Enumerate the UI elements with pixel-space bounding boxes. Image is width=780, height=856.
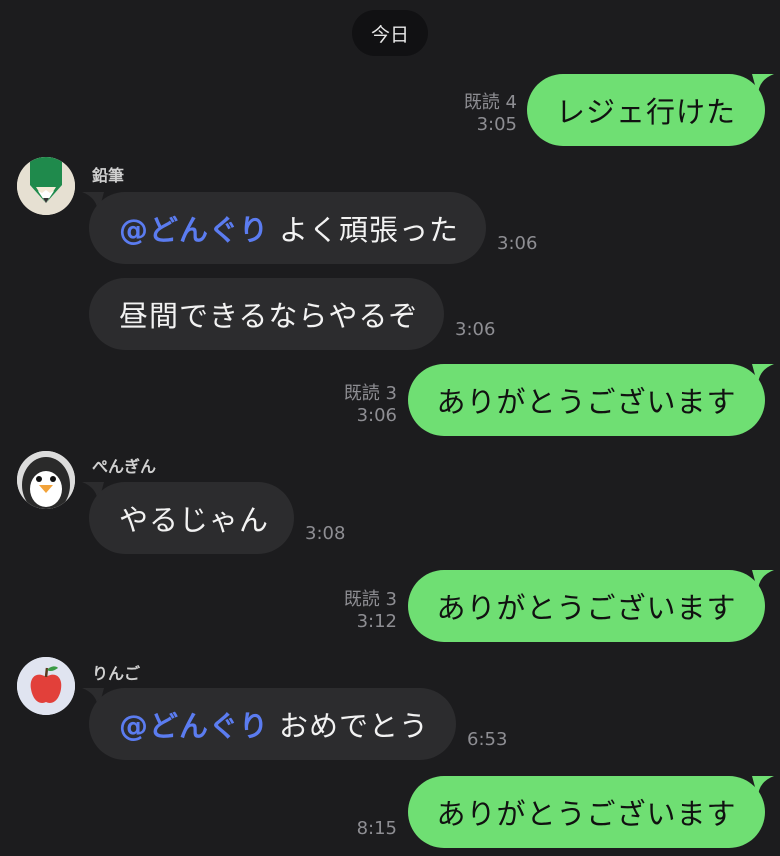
read-receipt: 既読 4 bbox=[463, 92, 517, 113]
penguin-icon bbox=[17, 451, 75, 509]
message-text: ありがとうございます bbox=[436, 385, 737, 419]
message-time: 3:06 bbox=[497, 233, 538, 254]
message-text: 昼間できるならやるぞ bbox=[119, 299, 419, 333]
message-time: 3:08 bbox=[305, 523, 346, 544]
message-text: ありがとうございます bbox=[436, 797, 737, 831]
mention-tag[interactable]: @どんぐり bbox=[119, 703, 269, 745]
message-text: おめでとう bbox=[279, 709, 430, 743]
read-receipt: 既読 3 bbox=[343, 589, 397, 610]
message-meta: 既読 3 3:06 bbox=[344, 383, 397, 427]
message-meta: 既読 4 3:05 bbox=[464, 92, 517, 136]
message-text: やるじゃん bbox=[119, 503, 270, 537]
avatar-penguin[interactable] bbox=[17, 451, 75, 509]
message-time: 6:53 bbox=[467, 729, 508, 750]
message-time: 3:06 bbox=[356, 405, 397, 426]
bubble-tail bbox=[752, 74, 774, 96]
apple-icon bbox=[17, 657, 75, 715]
mention-tag[interactable]: @どんぐり bbox=[119, 207, 269, 249]
sender-name: ぺんぎん bbox=[92, 457, 157, 476]
message-time: 3:05 bbox=[476, 114, 517, 135]
sent-message-bubble[interactable]: ありがとうございます bbox=[408, 570, 765, 642]
message-text: よく頑張った bbox=[279, 213, 460, 247]
read-receipt: 既読 3 bbox=[343, 383, 397, 404]
message-time: 3:12 bbox=[356, 611, 397, 632]
received-message-bubble[interactable]: 昼間できるならやるぞ bbox=[89, 278, 444, 350]
avatar-apple[interactable] bbox=[17, 657, 75, 715]
message-text: ありがとうございます bbox=[436, 591, 737, 625]
bubble-tail bbox=[752, 364, 774, 386]
received-message-bubble[interactable]: @どんぐり おめでとう bbox=[89, 688, 456, 760]
sender-name: 鉛筆 bbox=[92, 166, 125, 185]
date-label: 今日 bbox=[370, 23, 409, 46]
avatar-pencil[interactable] bbox=[17, 157, 75, 215]
message-meta: 既読 3 3:12 bbox=[344, 589, 397, 633]
bubble-tail bbox=[752, 776, 774, 798]
message-time: 3:06 bbox=[455, 319, 496, 340]
sent-message-bubble[interactable]: レジェ行けた bbox=[527, 74, 765, 146]
message-text: レジェ行けた bbox=[556, 95, 737, 129]
received-message-bubble[interactable]: @どんぐり よく頑張った bbox=[89, 192, 486, 264]
date-separator: 今日 bbox=[352, 10, 428, 56]
sent-message-bubble[interactable]: ありがとうございます bbox=[408, 776, 765, 848]
sent-message-bubble[interactable]: ありがとうございます bbox=[408, 364, 765, 436]
message-time: 8:15 bbox=[356, 818, 397, 839]
bubble-tail bbox=[752, 570, 774, 592]
pencil-icon bbox=[17, 157, 75, 215]
sender-name: りんご bbox=[92, 664, 141, 683]
received-message-bubble[interactable]: やるじゃん bbox=[89, 482, 294, 554]
